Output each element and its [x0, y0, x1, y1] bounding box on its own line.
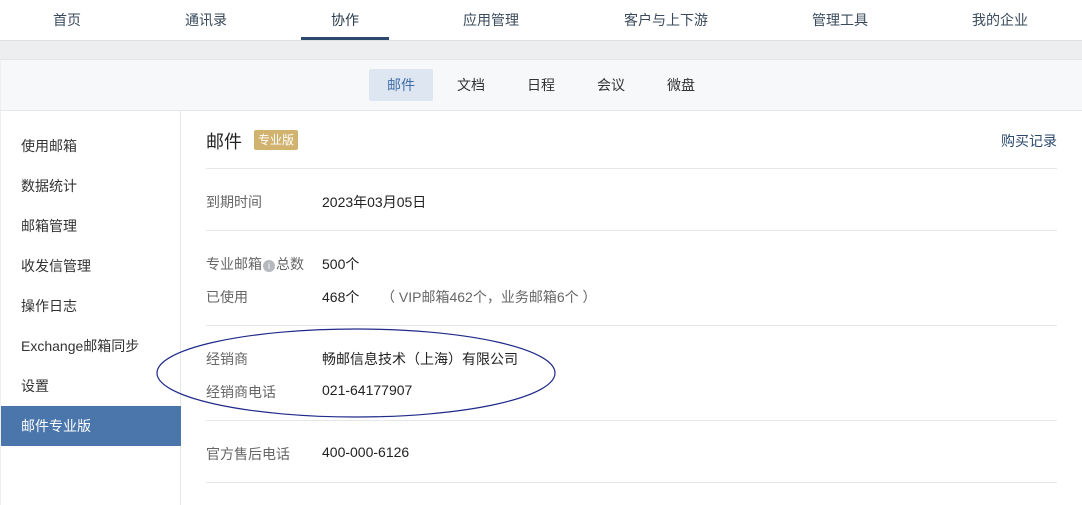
sidebar-item-settings[interactable]: 设置 [1, 366, 181, 406]
topnav-contacts[interactable]: 通讯录 [171, 0, 241, 40]
tab-meeting[interactable]: 会议 [581, 69, 641, 101]
tab-mail[interactable]: 邮件 [369, 69, 433, 101]
tab-calendar[interactable]: 日程 [511, 69, 571, 101]
support-phone-label: 官方售后电话 [206, 446, 290, 462]
topnav-customers[interactable]: 客户与上下游 [612, 0, 720, 40]
topnav-app-management[interactable]: 应用管理 [446, 0, 536, 40]
sidebar-item-mailbox-management[interactable]: 邮箱管理 [1, 206, 181, 246]
tab-drive[interactable]: 微盘 [651, 69, 711, 101]
support-phone-value: 400-000-6126 [322, 444, 410, 460]
sidebar-item-exchange-sync[interactable]: Exchange邮箱同步 [1, 326, 181, 366]
divider [206, 325, 1057, 326]
purchase-records-link[interactable]: 购买记录 [1001, 131, 1057, 151]
topnav-home[interactable]: 首页 [32, 0, 102, 40]
divider [206, 168, 1057, 169]
sub-nav: 邮件 文档 日程 会议 微盘 [1, 60, 1082, 111]
content-area: 邮件 专业版 购买记录 到期时间 2023年03月05日 专业邮箱 i 总数 500… [206, 111, 1057, 505]
total-value: 500个 [322, 256, 360, 272]
topnav-collaboration[interactable]: 协作 [301, 0, 389, 40]
sidebar-item-use-mailbox[interactable]: 使用邮箱 [1, 126, 181, 166]
sidebar-item-send-receive[interactable]: 收发信管理 [1, 246, 181, 286]
used-note: （ VIP邮箱462个，业务邮箱6个 ） [381, 289, 597, 305]
total-label-b: 总数 [276, 256, 304, 272]
used-label: 已使用 [206, 289, 248, 305]
sidebar-item-operation-log[interactable]: 操作日志 [1, 286, 181, 326]
used-value: 468个 [322, 289, 360, 305]
tab-docs[interactable]: 文档 [441, 69, 501, 101]
divider [206, 482, 1057, 483]
topnav-my-enterprise[interactable]: 我的企业 [960, 0, 1040, 40]
sidebar: 使用邮箱 数据统计 邮箱管理 收发信管理 操作日志 Exchange邮箱同步 设… [1, 111, 181, 505]
divider [206, 230, 1057, 231]
pro-badge: 专业版 [254, 130, 299, 150]
total-label-a: 专业邮箱 [206, 256, 262, 272]
main-panel: 邮件 文档 日程 会议 微盘 使用邮箱 数据统计 邮箱管理 收发信管理 操作日志… [1, 59, 1082, 505]
sidebar-item-statistics[interactable]: 数据统计 [1, 166, 181, 206]
top-nav: 首页 通讯录 协作 应用管理 客户与上下游 管理工具 我的企业 [0, 0, 1082, 41]
annotation-ellipse [156, 328, 556, 418]
total-label: 专业邮箱 i 总数 [206, 254, 304, 274]
topnav-admin-tools[interactable]: 管理工具 [800, 0, 880, 40]
sidebar-item-mail-pro[interactable]: 邮件专业版 [1, 406, 181, 446]
page-title: 邮件 [206, 132, 242, 152]
expiry-value: 2023年03月05日 [322, 194, 427, 210]
info-icon[interactable]: i [263, 260, 275, 272]
expiry-label: 到期时间 [206, 194, 262, 210]
